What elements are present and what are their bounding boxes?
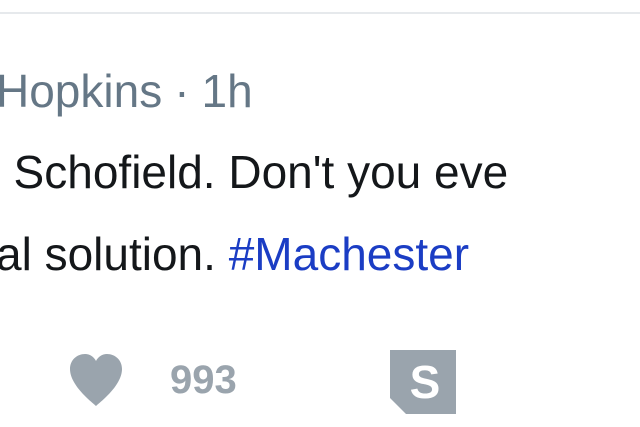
tweet-text-segment: al solution.: [0, 228, 229, 280]
tweet-actions: 993 S: [0, 340, 640, 420]
tweet-header: Hopkins · 1h: [0, 56, 253, 126]
card-top-divider: [0, 0, 640, 14]
share-letter: S: [410, 356, 441, 408]
header-separator: ·: [174, 65, 190, 117]
like-count: 993: [170, 358, 237, 402]
tweet-timestamp[interactable]: 1h: [202, 56, 253, 126]
tweet-card: Hopkins · 1h . Schofield. Don't you eve al…: [0, 0, 640, 427]
tweet-text-line-1: . Schofield. Don't you eve: [0, 146, 509, 198]
s-share-icon: S: [390, 350, 456, 414]
heart-icon: [70, 354, 122, 406]
share-button[interactable]: S: [388, 348, 458, 416]
hashtag-link[interactable]: #Machester: [229, 228, 469, 280]
tweet-text-line-2: al solution. #Machester: [0, 222, 469, 286]
author-name[interactable]: Hopkins: [0, 56, 162, 126]
like-button[interactable]: [66, 352, 126, 408]
